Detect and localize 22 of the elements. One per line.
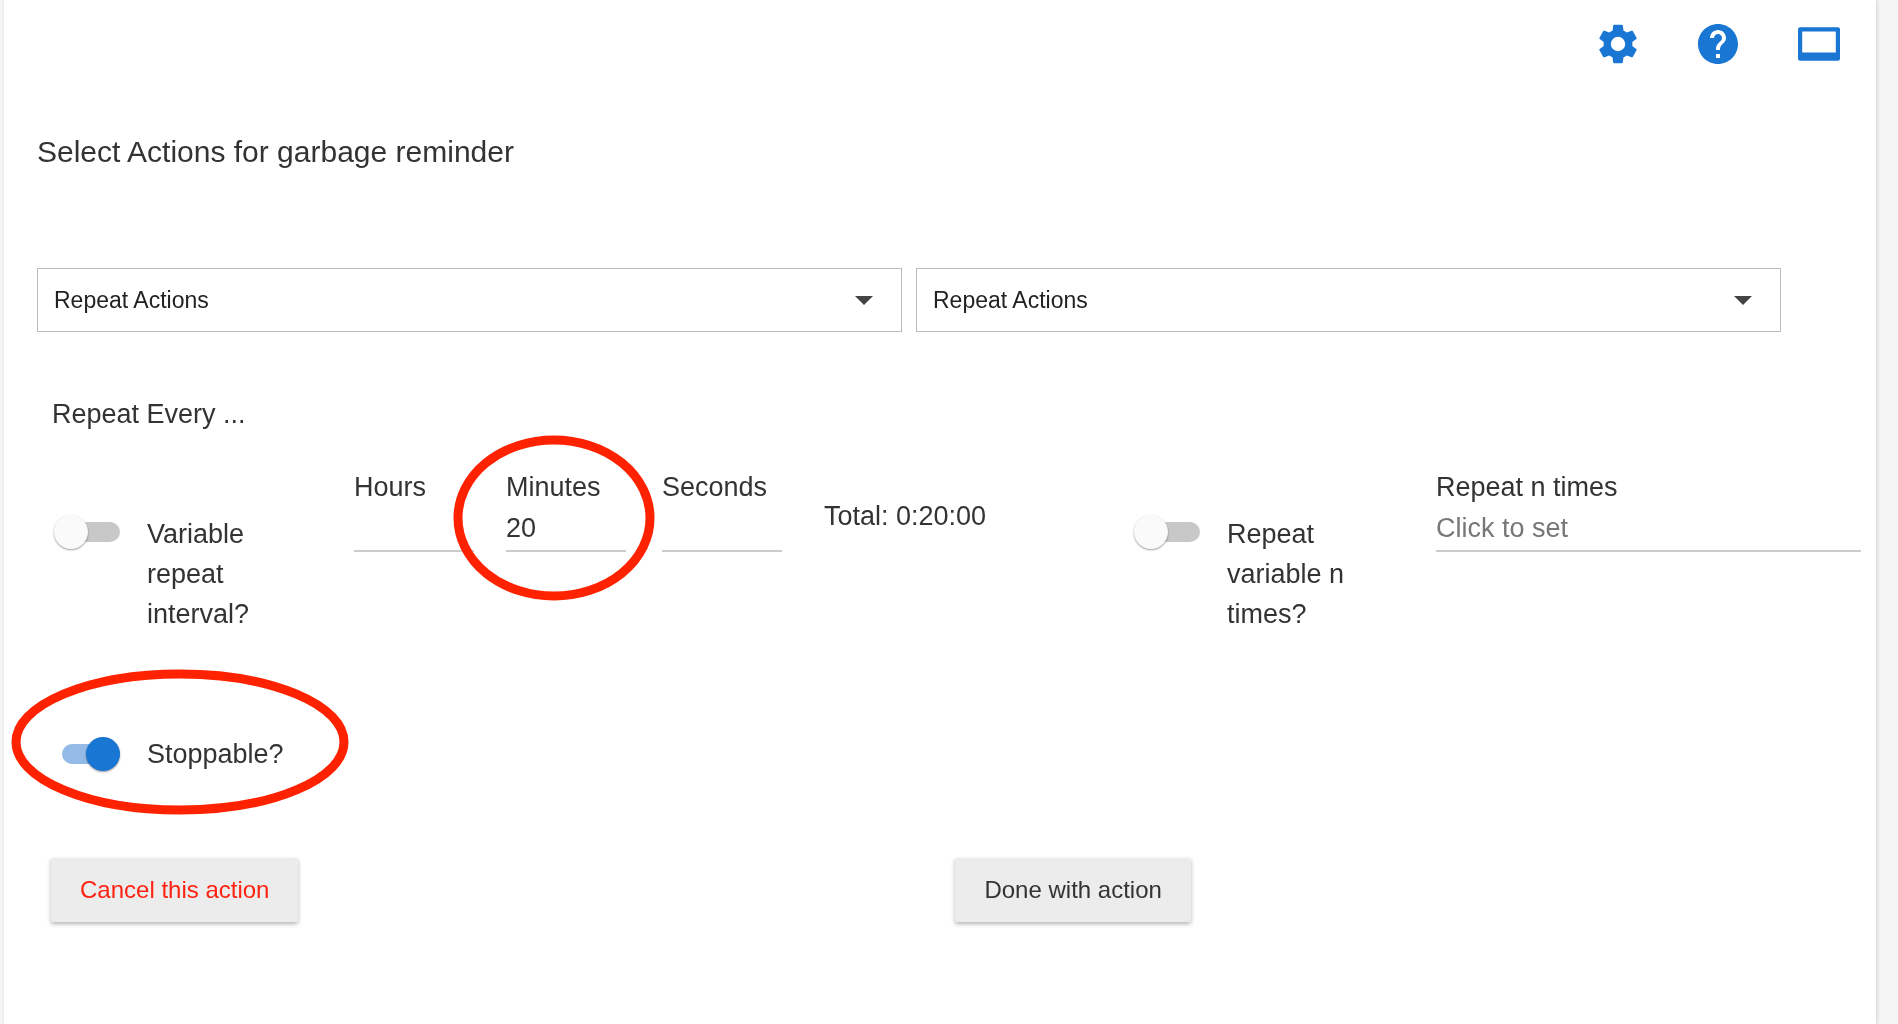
- input-field[interactable]: 20: [506, 503, 626, 552]
- page-title: Select Actions for garbage reminder: [37, 134, 515, 170]
- field-label: Hours: [354, 471, 428, 503]
- caret-icon: [1734, 295, 1752, 305]
- section-label: Repeat Every ...: [52, 398, 247, 430]
- done-button[interactable]: Done with action: [955, 858, 1191, 922]
- toggle-label: Stoppable?: [147, 738, 285, 771]
- help-icon[interactable]: [1698, 24, 1738, 64]
- field-label: Minutes: [506, 471, 602, 503]
- toggle-switch[interactable]: [1132, 513, 1202, 551]
- input-field[interactable]: Click to set: [1436, 503, 1861, 552]
- screen-icon[interactable]: [1798, 27, 1840, 61]
- dropdown[interactable]: Repeat Actions: [37, 268, 902, 332]
- field-label: Repeat n times: [1436, 471, 1619, 503]
- toggle-label: Repeat variable n times?: [1227, 518, 1346, 631]
- settings-icon[interactable]: [1598, 24, 1638, 64]
- field-label: Seconds: [662, 471, 769, 503]
- toggle-label: Variable repeat interval?: [147, 518, 251, 631]
- caret-icon: [855, 295, 873, 305]
- total-text: Total: 0:20:00: [824, 501, 988, 532]
- toggle-switch[interactable]: [52, 513, 122, 551]
- dropdown[interactable]: Repeat Actions: [916, 268, 1781, 332]
